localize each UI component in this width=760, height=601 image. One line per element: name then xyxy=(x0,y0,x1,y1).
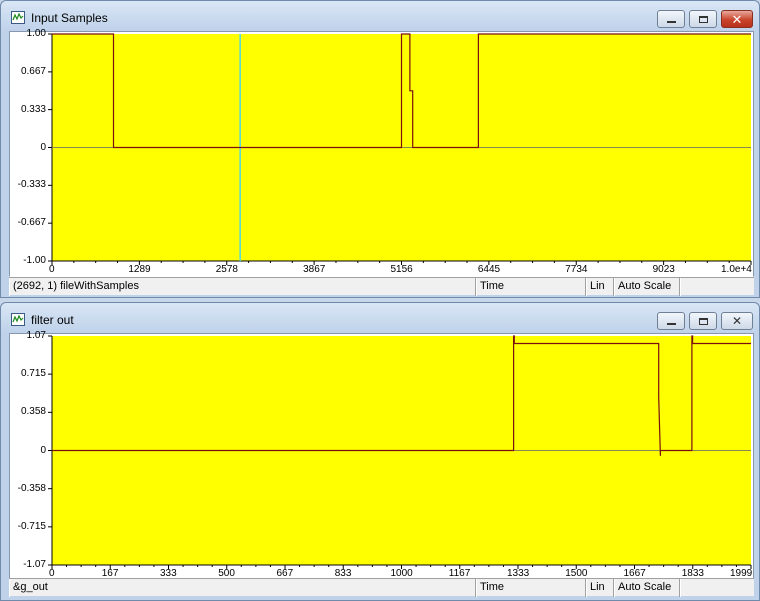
minimize-icon xyxy=(666,323,676,325)
input-samples-window: Input Samples ✕ 1.00 0.667 0.333 0 -0.333 -0.… xyxy=(0,0,760,298)
domain-field[interactable]: Time xyxy=(476,579,586,597)
y-tick-label: 1.00 xyxy=(26,28,46,39)
close-button[interactable]: ✕ xyxy=(721,10,753,28)
domain-field[interactable]: Time xyxy=(476,278,586,296)
minimize-button[interactable] xyxy=(657,312,685,330)
y-tick-label: -0.667 xyxy=(17,217,46,229)
plot-area[interactable]: 1.00 0.667 0.333 0 -0.333 -0.667 -1.00 0 1289 257… xyxy=(10,28,753,277)
plot-panel[interactable]: 1.00 0.667 0.333 0 -0.333 -0.667 -1.00 0 1289 257… xyxy=(9,28,754,277)
x-tick-label: 1289 xyxy=(128,264,151,275)
x-tick-label: 0 xyxy=(49,264,55,275)
y-tick-label: 0.667 xyxy=(20,65,46,77)
scale-field[interactable]: Lin xyxy=(586,579,614,597)
close-icon: ✕ xyxy=(731,11,743,27)
x-tick-label: 7734 xyxy=(565,264,588,275)
maximize-button[interactable] xyxy=(689,312,717,330)
status-bar: &g_out Time Lin Auto Scale xyxy=(9,578,754,597)
y-tick-label: 1.07 xyxy=(26,330,46,341)
y-tick-label: 0.358 xyxy=(20,406,46,418)
plot-panel[interactable]: 1.07 0.715 0.358 0 -0.358 -0.715 -1.07 0 167 333 5… xyxy=(9,330,754,581)
cursor-readout: (2692, 1) fileWithSamples xyxy=(9,278,476,296)
plot-area[interactable]: 1.07 0.715 0.358 0 -0.358 -0.715 -1.07 0 167 333 5… xyxy=(10,330,753,581)
titlebar[interactable]: Input Samples ✕ xyxy=(1,1,759,31)
y-tick-label: 0.715 xyxy=(20,368,46,380)
minimize-button[interactable] xyxy=(657,10,685,28)
x-tick-label: 1.0e+4 xyxy=(721,264,752,275)
x-tick-label: 9023 xyxy=(652,264,675,275)
extra-field xyxy=(680,278,754,296)
minimize-icon xyxy=(666,21,676,23)
filter-out-window: filter out ✕ 1.07 0.715 0.358 0 -0.358 -0.715… xyxy=(0,302,760,601)
y-tick-label: 0.333 xyxy=(20,103,46,115)
maximize-icon xyxy=(698,15,708,23)
x-tick-label: 3867 xyxy=(303,264,326,275)
y-tick-label: 0 xyxy=(40,444,46,456)
graph-icon xyxy=(11,313,25,326)
y-tick-label: -0.715 xyxy=(17,520,46,532)
chart-svg[interactable] xyxy=(10,334,753,581)
x-tick-label: 2578 xyxy=(215,264,238,275)
autoscale-field[interactable]: Auto Scale xyxy=(614,278,680,296)
y-tick-label: 0 xyxy=(40,141,46,153)
x-tick-label: 6445 xyxy=(477,264,501,275)
close-icon: ✕ xyxy=(731,314,743,328)
graph-icon xyxy=(11,11,25,24)
y-tick-label: -0.358 xyxy=(17,482,46,494)
x-tick-label: 5156 xyxy=(390,264,413,275)
status-bar: (2692, 1) fileWithSamples Time Lin Auto … xyxy=(9,277,754,296)
maximize-icon xyxy=(698,317,708,325)
y-tick-label: -1.07 xyxy=(23,559,46,570)
close-button[interactable]: ✕ xyxy=(721,312,753,330)
scale-field[interactable]: Lin xyxy=(586,278,614,296)
window-title: Input Samples xyxy=(31,11,108,25)
chart-svg[interactable] xyxy=(10,32,753,277)
extra-field xyxy=(680,579,754,597)
titlebar[interactable]: filter out ✕ xyxy=(1,303,759,333)
autoscale-field[interactable]: Auto Scale xyxy=(614,579,680,597)
window-title: filter out xyxy=(31,313,74,327)
maximize-button[interactable] xyxy=(689,10,717,28)
y-tick-label: -0.333 xyxy=(17,179,46,191)
cursor-readout: &g_out xyxy=(9,579,476,597)
y-tick-label: -1.00 xyxy=(23,255,46,266)
